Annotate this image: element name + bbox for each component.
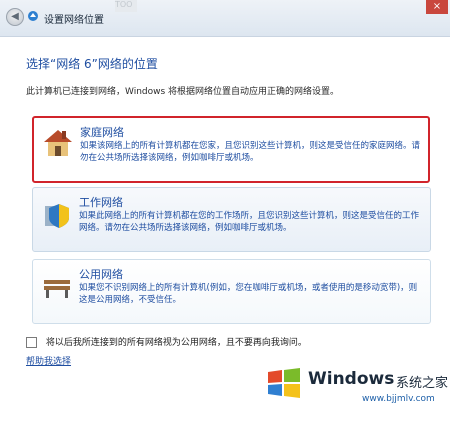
main-content: 选择“网络 6”网络的位置 此计算机已连接到网络，Windows 将根据网络位置… <box>0 36 450 405</box>
option-work-network[interactable]: 工作网络 如果此网络上的所有计算机都在您的工作场所，且您识别这些计算机，则这是受… <box>32 187 431 252</box>
title-bar: ◀ 设置网络位置 TOO × <box>0 0 450 37</box>
bench-icon <box>44 280 70 298</box>
window-title: 设置网络位置 <box>44 15 104 26</box>
close-button[interactable]: × <box>426 0 448 14</box>
option-title: 工作网络 <box>79 196 123 209</box>
page-description: 此计算机已连接到网络，Windows 将根据网络位置自动应用正确的网络设置。 <box>26 87 340 97</box>
windows-logo-icon <box>268 368 300 398</box>
option-description: 如果该网络上的所有计算机都在您家，且您识别这些计算机，则这是受信任的家庭网络。请… <box>80 141 421 163</box>
watermark: Windows 系统之家 www.bjjmlv.com <box>260 364 450 424</box>
back-arrow-icon[interactable]: ◀ <box>6 8 24 26</box>
option-title: 家庭网络 <box>80 126 124 139</box>
page-title: 选择“网络 6”网络的位置 <box>26 57 158 71</box>
home-icon <box>44 130 72 156</box>
watermark-url: www.bjjmlv.com <box>362 394 435 404</box>
option-title: 公用网络 <box>79 268 123 281</box>
public-default-checkbox-row[interactable]: 将以后我所连接到的所有网络视为公用网络，且不要再向我询问。 <box>26 335 307 348</box>
network-icon <box>28 11 38 21</box>
public-default-checkbox[interactable] <box>26 337 37 348</box>
checkbox-label: 将以后我所连接到的所有网络视为公用网络，且不要再向我询问。 <box>45 338 307 348</box>
watermark-cn: 系统之家 <box>396 376 449 391</box>
help-link[interactable]: 帮助我选择 <box>26 354 71 367</box>
option-public-network[interactable]: 公用网络 如果您不识别网络上的所有计算机(例如，您在咖啡厅或机场，或者使用的是移… <box>32 259 431 324</box>
faded-tab: TOO <box>115 0 137 12</box>
option-home-network[interactable]: 家庭网络 如果该网络上的所有计算机都在您家，且您识别这些计算机，则这是受信任的家… <box>32 116 430 183</box>
option-description: 如果您不识别网络上的所有计算机(例如，您在咖啡厅或机场，或者使用的是移动宽带)，… <box>79 283 418 305</box>
option-description: 如果此网络上的所有计算机都在您的工作场所，且您识别这些计算机，则这是受信任的工作… <box>79 211 420 233</box>
watermark-brand: Windows <box>308 369 395 389</box>
work-building-icon <box>45 204 69 228</box>
